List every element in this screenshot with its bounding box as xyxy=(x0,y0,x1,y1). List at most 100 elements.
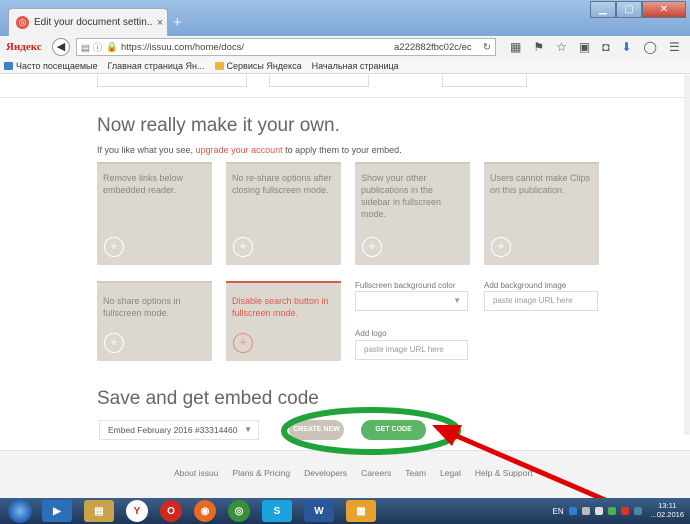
skype-icon[interactable]: S xyxy=(262,500,292,522)
embed-version-select[interactable]: Embed February 2016 #33314460 ▼ xyxy=(99,420,259,440)
minimize-button[interactable]: ▁ xyxy=(590,1,616,18)
add-option-icon[interactable]: + xyxy=(233,237,253,257)
url-tail: a222882fbc02c/ec xyxy=(394,41,472,53)
page-scrollbar[interactable] xyxy=(684,75,690,435)
tab-close-button[interactable]: × xyxy=(153,17,167,29)
add-option-icon[interactable]: + xyxy=(491,237,511,257)
footer-links: About issuu Plans & Pricing Developers C… xyxy=(174,468,533,478)
footer-link[interactable]: Team xyxy=(405,468,426,478)
option-remove-links[interactable]: Remove links below embedded reader. + xyxy=(97,162,212,265)
browser-titlebar: ◎ Edit your document settin... × + ▁ ▢ ✕ xyxy=(0,0,690,36)
download-icon[interactable]: ⬇ xyxy=(621,40,631,54)
footer-link[interactable]: Legal xyxy=(440,468,461,478)
get-code-button[interactable]: GET CODE xyxy=(361,420,426,440)
maximize-button[interactable]: ▢ xyxy=(616,1,642,18)
bookmark-start-page[interactable]: Начальная страница xyxy=(0,60,399,141)
file-explorer-icon[interactable]: ▤ xyxy=(84,500,114,522)
media-player-icon[interactable]: ▶ xyxy=(42,500,72,522)
partial-field[interactable] xyxy=(97,75,247,87)
app-icon[interactable]: ▦ xyxy=(346,500,376,522)
yandex-brand[interactable]: Яндекс xyxy=(6,41,52,53)
reload-icon[interactable]: ↻ xyxy=(483,42,491,53)
folder-icon xyxy=(214,61,224,70)
option-text: No share options in fullscreen mode. xyxy=(103,296,181,319)
bookmark-label: Начальная страница xyxy=(311,60,399,71)
footer-link[interactable]: Plans & Pricing xyxy=(232,468,290,478)
language-indicator[interactable]: EN xyxy=(553,507,564,516)
word-icon[interactable]: W xyxy=(304,500,334,522)
new-tab-button[interactable]: + xyxy=(173,14,182,31)
bookmark-frequent[interactable]: Часто посещаемые xyxy=(4,61,98,71)
yandex-widget-icon[interactable]: ⚑ xyxy=(533,40,544,54)
create-new-button[interactable]: CREATE NEW xyxy=(289,420,344,440)
windows-taskbar: ▶ ▤ Y O ◉ ◎ S W ▦ EN 13:11 ...02.2016 xyxy=(0,498,690,524)
url-host: https://issuu.com/home/docs/ xyxy=(120,41,244,53)
opera-icon[interactable]: O xyxy=(160,500,182,522)
back-button[interactable]: ◀ xyxy=(52,38,70,56)
option-no-share-fullscreen[interactable]: No share options in fullscreen mode. + xyxy=(97,281,212,361)
option-text: Users cannot make Clips on this publicat… xyxy=(490,173,591,196)
add-option-icon[interactable]: + xyxy=(362,237,382,257)
upgrade-account-link[interactable]: upgrade your account xyxy=(196,145,283,155)
note-text: If you like what you see, xyxy=(97,145,196,155)
bookmarks-list-icon[interactable]: ▣ xyxy=(579,40,590,54)
toolbar-icons: ▦ ⚑ ☆ ▣ ◘ ⬇ ◯ ☰ xyxy=(510,40,680,54)
logo-url-input[interactable]: paste image URL here xyxy=(355,340,468,360)
frequent-icon xyxy=(4,61,13,70)
volume-icon[interactable] xyxy=(594,507,603,515)
footer-link[interactable]: Careers xyxy=(361,468,391,478)
tray-app-icon[interactable] xyxy=(607,507,616,515)
upgrade-note: If you like what you see, upgrade your a… xyxy=(97,145,402,155)
network-icon[interactable] xyxy=(581,507,590,515)
partial-field[interactable] xyxy=(269,75,369,87)
option-text: No re-share options after closing fullsc… xyxy=(232,173,332,196)
tray-app-icon[interactable] xyxy=(633,507,642,515)
add-bg-image-label: Add background image xyxy=(484,281,567,290)
chevron-down-icon: ▼ xyxy=(244,425,252,434)
browser-tab[interactable]: ◎ Edit your document settin... × xyxy=(8,8,168,36)
navigation-bar: Яндекс ◀ ▤ ⓘ 🔒 https://issuu.com/home/do… xyxy=(0,36,690,58)
tray-app-icon[interactable] xyxy=(620,507,629,515)
add-logo-label: Add logo xyxy=(355,329,387,338)
system-tray: EN 13:11 ...02.2016 xyxy=(553,498,685,524)
option-show-publications[interactable]: Show your other publications in the side… xyxy=(355,162,470,265)
menu-icon[interactable]: ☰ xyxy=(669,40,680,54)
add-option-icon[interactable]: + xyxy=(104,237,124,257)
add-option-icon[interactable]: + xyxy=(233,333,253,353)
bookmark-yandex-home[interactable]: Главная страница Ян... xyxy=(0,61,205,141)
footer-link[interactable]: Developers xyxy=(304,468,347,478)
option-text: Remove links below embedded reader. xyxy=(103,173,184,196)
footer-link[interactable]: Help & Support xyxy=(475,468,533,478)
option-text: Show your other publications in the side… xyxy=(361,173,442,220)
clock[interactable]: 13:11 ...02.2016 xyxy=(651,502,684,519)
close-window-button[interactable]: ✕ xyxy=(642,1,686,18)
chat-icon[interactable]: ◯ xyxy=(644,40,657,54)
address-bar[interactable]: ▤ ⓘ 🔒 https://issuu.com/home/docs/ a2228… xyxy=(76,38,496,56)
partial-field[interactable] xyxy=(442,75,527,87)
footer-link[interactable]: About issuu xyxy=(174,468,218,478)
firefox-icon[interactable]: ◉ xyxy=(194,500,216,522)
add-option-icon[interactable]: + xyxy=(104,333,124,353)
option-no-clips[interactable]: Users cannot make Clips on this publicat… xyxy=(484,162,599,265)
fullscreen-bg-select[interactable]: ▼ xyxy=(355,291,468,311)
chrome-icon[interactable]: ◎ xyxy=(228,500,250,522)
note-text: to apply them to your embed. xyxy=(282,145,402,155)
page-footer: About issuu Plans & Pricing Developers C… xyxy=(0,450,690,498)
lock-icon: 🔒 xyxy=(106,41,118,53)
bookmark-star-icon[interactable]: ☆ xyxy=(556,40,567,54)
option-no-reshare[interactable]: No re-share options after closing fullsc… xyxy=(226,162,341,265)
pocket-icon[interactable]: ◘ xyxy=(602,40,609,54)
tab-title: Edit your document settin... xyxy=(34,17,153,28)
bookmark-label: Часто посещаемые xyxy=(16,60,98,71)
customize-heading: Now really make it your own. xyxy=(97,115,340,136)
reader-icon[interactable]: ▦ xyxy=(510,40,521,54)
embed-select-value: Embed February 2016 #33314460 xyxy=(108,425,238,435)
yandex-browser-icon[interactable]: Y xyxy=(126,500,148,522)
bg-image-url-input[interactable]: paste image URL here xyxy=(484,291,598,311)
help-icon[interactable] xyxy=(568,507,577,515)
option-disable-search[interactable]: Disable search button in fullscreen mode… xyxy=(226,281,341,361)
site-info-icon[interactable]: ▤ ⓘ xyxy=(81,40,102,54)
start-button[interactable] xyxy=(8,499,32,523)
bookmark-yandex-services[interactable]: Сервисы Яндекса xyxy=(214,61,302,71)
window-controls: ▁ ▢ ✕ xyxy=(590,1,686,18)
